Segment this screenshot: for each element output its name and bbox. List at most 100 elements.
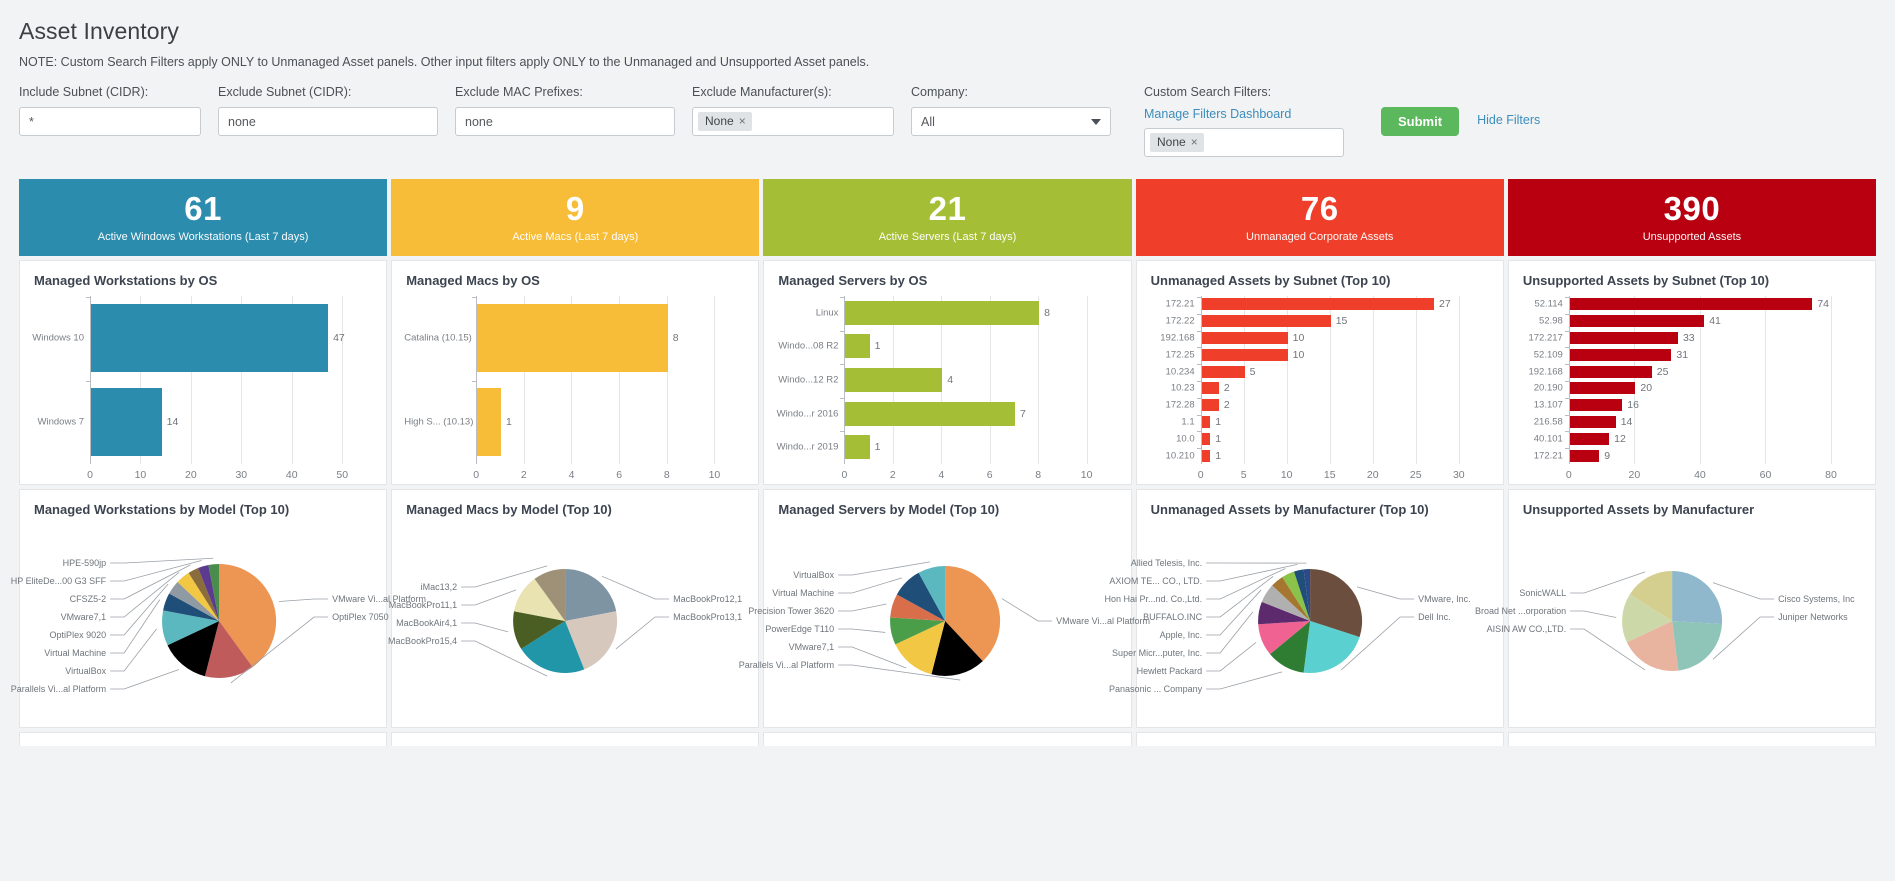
strip-cell [19, 732, 388, 746]
tick-mark [86, 297, 90, 298]
bar[interactable] [1569, 432, 1610, 445]
panel-managed-macs-by-os: Managed Macs by OS Catalina (10.15) 8 High … [391, 260, 760, 485]
axis-tick-label: 30 [235, 469, 248, 481]
category-label: 13.107 [1533, 399, 1563, 411]
tick-mark [1564, 381, 1569, 382]
panel-unmanaged-assets-by-subnet: Unmanaged Assets by Subnet (Top 10) 172.2… [1135, 260, 1504, 485]
bar[interactable] [1569, 382, 1636, 395]
bar[interactable] [1569, 315, 1705, 328]
custom-search-filters-input[interactable]: None × [1144, 128, 1344, 157]
kpi-tile[interactable]: 76 Unmanaged Corporate Assets [1135, 179, 1504, 256]
bar[interactable] [1201, 298, 1434, 311]
bar[interactable] [477, 388, 502, 456]
bar[interactable] [845, 435, 870, 460]
company-select-value: All [921, 114, 935, 129]
include-subnet-input[interactable]: * [19, 107, 201, 136]
bar-value: 9 [1604, 449, 1611, 462]
exclude-manufacturer-input[interactable]: None × [692, 107, 894, 136]
bar[interactable] [1201, 415, 1211, 429]
exclude-subnet-label: Exclude Subnet (CIDR): [218, 85, 352, 99]
category-label: 216.58 [1533, 416, 1563, 428]
pie-slice-label: Dell Inc. [1418, 612, 1451, 622]
bar[interactable] [1201, 315, 1331, 328]
axis-tick-label: 0 [1197, 469, 1204, 481]
kpi-tile[interactable]: 9 Active Macs (Last 7 days) [391, 179, 760, 256]
exclude-manufacturer-token[interactable]: None × [698, 112, 752, 131]
bar-value: 74 [1817, 298, 1830, 311]
category-label: Windows 10 [32, 332, 84, 344]
bar[interactable] [91, 388, 162, 456]
category-label: 10.210 [1165, 450, 1195, 462]
remove-token-icon[interactable]: × [739, 115, 746, 127]
gridline [1415, 296, 1417, 464]
bar[interactable] [1201, 348, 1288, 361]
category-label: 52.109 [1533, 349, 1563, 361]
bar[interactable] [845, 334, 870, 359]
pie-slice-label: VirtualBox [794, 570, 835, 580]
bar[interactable] [1201, 449, 1211, 462]
pie-slice[interactable] [1671, 621, 1722, 671]
bar[interactable] [845, 367, 943, 393]
bar[interactable] [1201, 365, 1245, 378]
remove-token-icon[interactable]: × [1191, 136, 1198, 148]
leader-line [1205, 671, 1282, 690]
pie-slice-label: AXIOM TE... CO., LTD. [1109, 576, 1202, 586]
include-subnet-group: Include Subnet (CIDR): * [19, 85, 201, 136]
tick-mark [472, 381, 477, 382]
bar[interactable] [1201, 382, 1219, 395]
kpi-tile[interactable]: 390 Unsupported Assets [1507, 179, 1877, 256]
pie-slice-label: MacBookPro12,1 [673, 594, 742, 604]
axis-tick-label: 4 [938, 469, 945, 481]
pie-slice-label: VMware Vi...al Platform [1057, 616, 1151, 626]
leader-line [1356, 586, 1414, 600]
exclude-subnet-input[interactable]: none [218, 107, 438, 136]
manage-filters-dashboard-link[interactable]: Manage Filters Dashboard [1144, 107, 1344, 121]
panel-title: Managed Macs by OS [406, 273, 540, 288]
bar[interactable] [1201, 399, 1219, 412]
pie-slice-label: VMware7,1 [61, 612, 107, 622]
panel-title: Unsupported Assets by Manufacturer [1522, 502, 1755, 517]
pie-slice-label: Broad Net ...orporation [1475, 606, 1566, 616]
hide-filters-link[interactable]: Hide Filters [1477, 113, 1540, 127]
bar-value: 15 [1335, 315, 1348, 328]
bar[interactable] [845, 401, 1015, 426]
exclude-manufacturer-label: Exclude Manufacturer(s): [692, 85, 832, 99]
tick-mark [1564, 448, 1569, 450]
pie-svg: HPE-590jp HP EliteDe...00 G3 SFF CFSZ5-2 VM… [11, 557, 426, 694]
submit-button[interactable]: Submit [1381, 107, 1460, 136]
bar[interactable] [1569, 449, 1600, 462]
bar[interactable] [1569, 415, 1616, 429]
bar-value: 41 [1709, 315, 1721, 328]
bar[interactable] [477, 304, 668, 372]
leader-line [1569, 610, 1617, 618]
company-select[interactable]: All [911, 107, 1111, 136]
gridline [342, 296, 344, 464]
pie-slice-label: Virtual Machine [773, 588, 835, 598]
kpi-tile[interactable]: 21 Active Servers (Last 7 days) [763, 179, 1132, 256]
bar[interactable] [1569, 365, 1652, 378]
custom-search-token[interactable]: None × [1150, 133, 1204, 152]
bar[interactable] [1201, 331, 1288, 345]
category-label: 192.168 [1160, 332, 1195, 344]
bar[interactable] [1569, 348, 1672, 361]
kpi-tile-row: 61 Active Windows Workstations (Last 7 da… [19, 179, 1877, 256]
bar[interactable] [91, 304, 329, 372]
pie-svg: iMac13,2 MacBookPro11,1 MacBookAir4,1 MacBo… [388, 565, 742, 677]
bar[interactable] [1569, 399, 1623, 412]
bar[interactable] [1569, 298, 1813, 311]
pie-slice[interactable] [1671, 571, 1722, 625]
axis-tick-label: 20 [185, 469, 197, 481]
axis-tick-label: 2 [520, 469, 527, 481]
bar[interactable] [1201, 432, 1211, 445]
pie-chart: iMac13,2 MacBookPro11,1 MacBookAir4,1 MacBo… [388, 521, 746, 716]
bar[interactable] [845, 300, 1040, 325]
pie-slice-label: CFSZ5-2 [70, 594, 107, 604]
company-group: Company: All [911, 85, 1111, 136]
pie-svg: VirtualBox Virtual Machine Precision Tower… [739, 561, 1150, 681]
axis-tick-label: 25 [1409, 469, 1422, 481]
bar[interactable] [1569, 331, 1678, 345]
exclude-mac-input[interactable]: none [455, 107, 675, 136]
token-label: None [705, 114, 734, 128]
kpi-tile[interactable]: 61 Active Windows Workstations (Last 7 da… [19, 179, 388, 256]
tick-mark [1196, 297, 1201, 298]
